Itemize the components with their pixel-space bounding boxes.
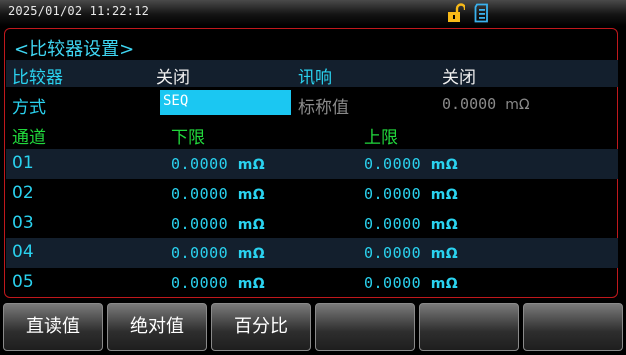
beep-label: 讯响: [298, 68, 332, 88]
upper-limit-value: 0.0000: [364, 215, 422, 233]
upper-limit-value: 0.0000: [364, 185, 422, 203]
mode-value: SEQ: [163, 93, 189, 109]
softkey-absolute[interactable]: 绝对值: [107, 303, 207, 351]
lower-limit-field[interactable]: 0.0000 mΩ: [171, 215, 265, 233]
upper-limit-header: 上限: [364, 128, 398, 148]
datetime-display: 2025/01/02 11:22:12: [8, 4, 150, 18]
lower-limit-unit: mΩ: [237, 187, 266, 203]
page-title: <比较器设置>: [14, 39, 135, 60]
upper-limit-unit: mΩ: [430, 187, 459, 203]
upper-limit-value: 0.0000: [364, 274, 422, 292]
lower-limit-field[interactable]: 0.0000 mΩ: [171, 244, 265, 262]
comparator-label: 比较器: [12, 68, 63, 88]
channel-cell: 02: [12, 183, 34, 203]
mode-label: 方式: [12, 98, 46, 118]
softkey-6[interactable]: [523, 303, 623, 351]
upper-limit-field[interactable]: 0.0000 mΩ: [364, 185, 458, 203]
channel-cell: 01: [12, 153, 34, 173]
upper-limit-unit: mΩ: [430, 246, 459, 262]
lower-limit-value: 0.0000: [171, 244, 229, 262]
upper-limit-field[interactable]: 0.0000 mΩ: [364, 215, 458, 233]
lower-limit-unit: mΩ: [237, 246, 266, 262]
lower-limit-value: 0.0000: [171, 155, 229, 173]
channel-header: 通道: [12, 128, 46, 148]
status-bar: 2025/01/02 11:22:12: [0, 0, 626, 26]
upper-limit-unit: mΩ: [430, 217, 459, 233]
table-row: 01 0.0000 mΩ 0.0000 mΩ: [6, 149, 618, 179]
comparator-value[interactable]: 关闭: [156, 63, 190, 88]
table-row: 03 0.0000 mΩ 0.0000 mΩ: [6, 209, 618, 239]
mode-select[interactable]: SEQ: [160, 90, 291, 115]
mode-row: 方式 SEQ 标称值 0.0000 mΩ: [6, 88, 618, 118]
lower-limit-field[interactable]: 0.0000 mΩ: [171, 185, 265, 203]
softkey-bar: 直读值 绝对值 百分比: [0, 300, 626, 355]
channel-cell: 03: [12, 213, 34, 233]
lower-limit-value: 0.0000: [171, 185, 229, 203]
beep-value[interactable]: 关闭: [442, 63, 476, 88]
lower-limit-header: 下限: [171, 128, 205, 148]
nominal-field[interactable]: 0.0000 mΩ: [442, 95, 530, 113]
upper-limit-value: 0.0000: [364, 244, 422, 262]
nominal-value: 0.0000: [442, 95, 497, 113]
upper-limit-unit: mΩ: [430, 276, 459, 292]
table-row: 04 0.0000 mΩ 0.0000 mΩ: [6, 238, 618, 268]
table-row: 05 0.0000 mΩ 0.0000 mΩ: [6, 268, 618, 297]
lower-limit-value: 0.0000: [171, 274, 229, 292]
softkey-percentage[interactable]: 百分比: [211, 303, 311, 351]
upper-limit-unit: mΩ: [430, 157, 459, 173]
channel-cell: 05: [12, 272, 34, 292]
upper-limit-field[interactable]: 0.0000 mΩ: [364, 155, 458, 173]
softkey-5[interactable]: [419, 303, 519, 351]
lower-limit-unit: mΩ: [237, 217, 266, 233]
lower-limit-value: 0.0000: [171, 215, 229, 233]
unlock-icon: [447, 3, 467, 23]
comparator-row: 比较器 关闭 讯响 关闭: [6, 60, 618, 88]
lower-limit-field[interactable]: 0.0000 mΩ: [171, 155, 265, 173]
softkey-direct-reading[interactable]: 直读值: [3, 303, 103, 351]
table-row: 02 0.0000 mΩ 0.0000 mΩ: [6, 179, 618, 209]
upper-limit-value: 0.0000: [364, 155, 422, 173]
softkey-4[interactable]: [315, 303, 415, 351]
lower-limit-unit: mΩ: [237, 276, 266, 292]
lower-limit-field[interactable]: 0.0000 mΩ: [171, 274, 265, 292]
channel-cell: 04: [12, 242, 34, 262]
upper-limit-field[interactable]: 0.0000 mΩ: [364, 274, 458, 292]
storage-icon: [474, 3, 490, 23]
lower-limit-unit: mΩ: [237, 157, 266, 173]
upper-limit-field[interactable]: 0.0000 mΩ: [364, 244, 458, 262]
nominal-label: 标称值: [298, 98, 349, 118]
nominal-unit: mΩ: [505, 97, 530, 113]
table-header: 通道 下限 上限: [6, 119, 618, 148]
